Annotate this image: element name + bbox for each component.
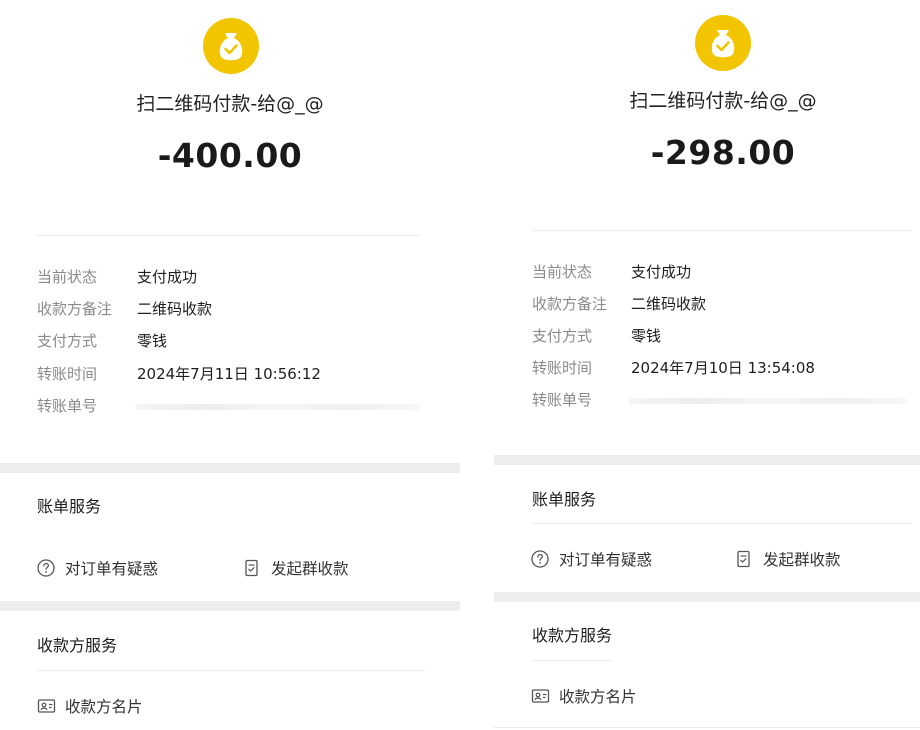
section-separator xyxy=(494,455,920,465)
section-separator xyxy=(494,592,920,602)
divider xyxy=(37,670,425,671)
detail-label: 转账时间 xyxy=(532,359,593,377)
divider xyxy=(494,727,920,728)
payee-service-title: 收款方服务 xyxy=(532,626,613,645)
order-question-label: 对订单有疑惑 xyxy=(559,551,653,569)
section-separator xyxy=(0,463,460,473)
payee-card-label: 收款方名片 xyxy=(559,688,637,706)
detail-label: 收款方备注 xyxy=(532,295,608,313)
bill-service-title: 账单服务 xyxy=(37,497,102,516)
order-question-label: 对订单有疑惑 xyxy=(65,560,159,578)
group-collect-button[interactable]: 发起群收款 xyxy=(243,557,383,579)
payment-amount: -298.00 xyxy=(650,133,796,172)
divider xyxy=(532,660,612,661)
detail-label: 支付方式 xyxy=(37,332,98,350)
detail-value: 支付成功 xyxy=(137,268,198,286)
receipt-panel-left: 扫二维码付款-给@_@ -400.00 当前状态 支付成功 收款方备注 二维码收… xyxy=(0,0,460,730)
detail-label: 转账时间 xyxy=(37,365,98,383)
contact-card-icon xyxy=(37,696,57,716)
detail-value: 二维码收款 xyxy=(631,295,707,313)
detail-label: 收款方备注 xyxy=(37,300,113,318)
order-question-button[interactable]: 对订单有疑惑 xyxy=(37,557,197,579)
detail-value: 零钱 xyxy=(631,327,662,345)
money-bag-check-icon xyxy=(203,18,259,74)
detail-label: 支付方式 xyxy=(532,327,593,345)
payment-title: 扫二维码付款-给@_@ xyxy=(629,90,817,112)
receipt-panel-right: 扫二维码付款-给@_@ -298.00 当前状态 支付成功 收款方备注 二维码收… xyxy=(494,0,920,730)
divider xyxy=(532,230,912,231)
question-circle-icon xyxy=(531,549,551,569)
detail-row-payee-note: 收款方备注 二维码收款 xyxy=(532,293,912,317)
payee-card-label: 收款方名片 xyxy=(65,698,143,716)
detail-row-transfer-number: 转账单号 xyxy=(532,389,912,413)
detail-row-payment-method: 支付方式 零钱 xyxy=(37,330,437,354)
detail-value: 2024年7月10日 13:54:08 xyxy=(631,359,815,377)
detail-row-payee-note: 收款方备注 二维码收款 xyxy=(37,298,437,322)
group-collect-button[interactable]: 发起群收款 xyxy=(735,548,875,570)
divider xyxy=(36,235,420,236)
detail-row-transfer-time: 转账时间 2024年7月10日 13:54:08 xyxy=(532,357,912,381)
payee-card-button[interactable]: 收款方名片 xyxy=(37,695,167,717)
detail-row-status: 当前状态 支付成功 xyxy=(532,261,912,285)
detail-label: 转账单号 xyxy=(37,397,98,415)
detail-value: 零钱 xyxy=(137,332,168,350)
question-circle-icon xyxy=(37,558,57,578)
receipt-icon xyxy=(243,558,263,578)
payment-title: 扫二维码付款-给@_@ xyxy=(136,93,324,115)
detail-row-transfer-time: 转账时间 2024年7月11日 10:56:12 xyxy=(37,363,437,387)
detail-value: 2024年7月11日 10:56:12 xyxy=(137,365,321,383)
payment-amount: -400.00 xyxy=(157,136,303,175)
contact-card-icon xyxy=(531,686,551,706)
section-separator xyxy=(0,601,460,611)
detail-value: 二维码收款 xyxy=(137,300,213,318)
detail-label: 转账单号 xyxy=(532,391,593,409)
detail-row-status: 当前状态 支付成功 xyxy=(37,266,437,290)
group-collect-label: 发起群收款 xyxy=(271,560,349,578)
redacted-value xyxy=(135,404,421,410)
redacted-value xyxy=(629,398,907,404)
detail-row-transfer-number: 转账单号 xyxy=(37,395,437,419)
bill-service-title: 账单服务 xyxy=(532,490,597,509)
receipt-icon xyxy=(735,549,755,569)
payee-service-title: 收款方服务 xyxy=(37,636,118,655)
order-question-button[interactable]: 对订单有疑惑 xyxy=(531,548,691,570)
money-bag-check-icon xyxy=(695,15,751,71)
divider xyxy=(532,523,912,524)
payee-card-button[interactable]: 收款方名片 xyxy=(531,685,661,707)
group-collect-label: 发起群收款 xyxy=(763,551,841,569)
detail-label: 当前状态 xyxy=(37,268,98,286)
detail-value: 支付成功 xyxy=(631,263,692,281)
detail-label: 当前状态 xyxy=(532,263,593,281)
detail-row-payment-method: 支付方式 零钱 xyxy=(532,325,912,349)
